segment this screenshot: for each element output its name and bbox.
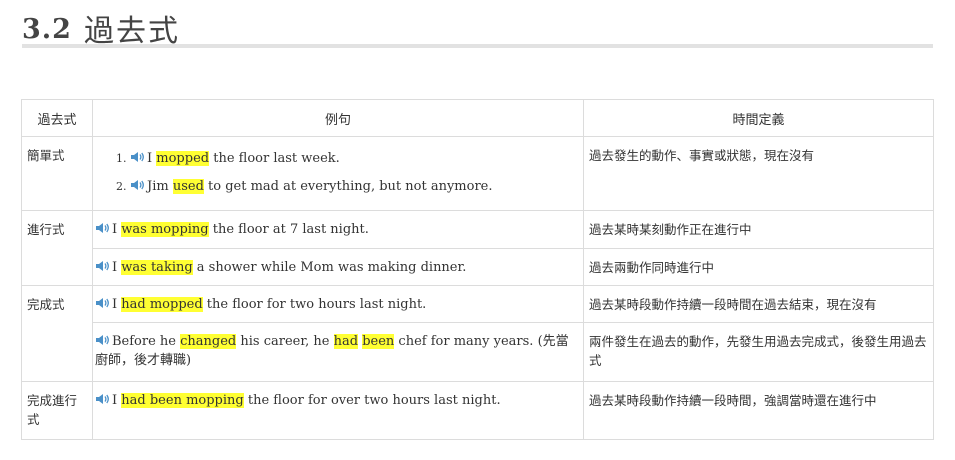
speaker-icon[interactable] [95,297,109,309]
highlighted-verb: had mopped [121,297,203,312]
past-tense-table: 過去式 例句 時間定義 簡單式 I mopped the floor last … [21,99,934,440]
highlighted-verb: was mopping [121,222,209,237]
definition-cell: 過去某時段動作持續一段時間，強調當時還在進行中 [583,381,934,440]
example-text: I [112,260,122,275]
table-row: 進行式 I was mopping the floor at 7 last ni… [21,210,934,286]
speaker-icon[interactable] [95,260,109,272]
example-text: I [112,297,122,312]
example-text: Jim [147,179,173,194]
highlighted-verb: used [172,179,204,194]
example-text: a shower while Mom was making dinner. [192,260,467,275]
definition-cell: 過去某時段動作持續一段時間在過去結束，現在沒有 [583,285,934,323]
speaker-icon[interactable] [130,151,144,163]
highlighted-verb: had been mopping [121,393,244,408]
example-cell: Before he changed his career, he had bee… [92,322,584,382]
tense-label: 完成式 [21,285,93,382]
highlighted-verb: been [362,334,395,349]
list-item: I mopped the floor last week. [130,149,577,168]
table-header-row: 過去式 例句 時間定義 [21,99,934,137]
example-cell: I was mopping the floor at 7 last night. [92,210,584,249]
highlighted-verb: was taking [121,260,193,275]
speaker-icon[interactable] [95,334,109,346]
example-text: Before he [112,334,181,349]
highlighted-verb: changed [180,334,237,349]
list-item: Jim used to get mad at everything, but n… [130,177,577,196]
example-text: I [112,393,122,408]
highlighted-verb: had [333,334,359,349]
example-text: I [147,151,157,166]
section-title: 過去式 [84,14,180,49]
speaker-icon[interactable] [95,222,109,234]
section-heading: 3.2 過去式 [22,6,933,49]
definition-cell: 過去兩動作同時進行中 [583,248,934,286]
table-row: 完成進行式 I had been mopping the floor for o… [21,381,934,440]
example-cell: I had mopped the floor for two hours las… [92,285,584,323]
section-number: 3.2 [22,14,72,45]
table-row: Before he changed his career, he had bee… [22,322,934,382]
header-definition: 時間定義 [583,99,934,137]
definition-cell: 兩件發生在過去的動作，先發生用過去完成式，後發生用過去式 [583,322,934,382]
example-cell: I had been mopping the floor for over tw… [92,381,584,440]
header-example: 例句 [92,99,584,137]
example-text: the floor for two hours last night. [202,297,427,312]
table-row: 簡單式 I mopped the floor last week. Jim us… [21,136,934,211]
example-cell: I was taking a shower while Mom was maki… [92,248,584,286]
example-text: his career, he [236,334,334,349]
example-text: the floor at 7 last night. [208,222,369,237]
header-tense: 過去式 [21,99,93,137]
table-row: 完成式 I had mopped the floor for two hours… [21,285,934,382]
tense-label: 完成進行式 [21,381,93,440]
tense-label: 進行式 [21,210,93,286]
example-text: the floor last week. [209,151,340,166]
example-list: I mopped the floor last week. Jim used t… [95,149,577,196]
example-text: I [112,222,122,237]
speaker-icon[interactable] [130,179,144,191]
example-text: to get mad at everything, but not anymor… [203,179,493,194]
example-cell: I mopped the floor last week. Jim used t… [92,136,584,211]
definition-cell: 過去某時某刻動作正在進行中 [583,210,934,249]
table-row: I was taking a shower while Mom was maki… [22,248,934,286]
definition-cell: 過去發生的動作、事實或狀態，現在沒有 [583,136,934,211]
highlighted-verb: mopped [156,151,210,166]
example-text: the floor for over two hours last night. [243,393,501,408]
tense-label: 簡單式 [21,136,93,211]
speaker-icon[interactable] [95,393,109,405]
